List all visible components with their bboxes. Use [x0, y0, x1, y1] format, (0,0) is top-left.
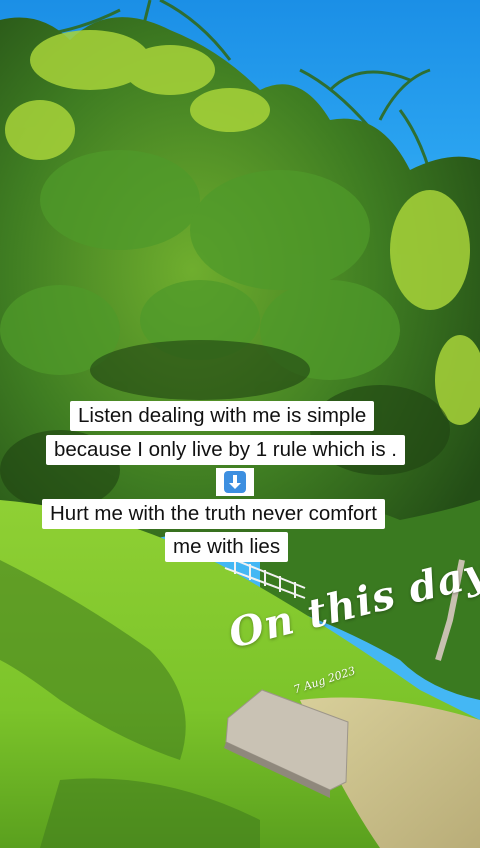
caption-line-3: Hurt me with the truth never comfort: [42, 499, 385, 529]
caption-line-4: me with lies: [165, 532, 289, 562]
caption-line-2: because I only live by 1 rule which is .: [46, 435, 405, 465]
caption-arrow: [216, 468, 254, 496]
caption-line-1: Listen dealing with me is simple: [70, 401, 375, 431]
down-arrow-emoji-icon: [224, 471, 246, 493]
photo-scene: Listen dealing with me is simple because…: [0, 0, 480, 848]
